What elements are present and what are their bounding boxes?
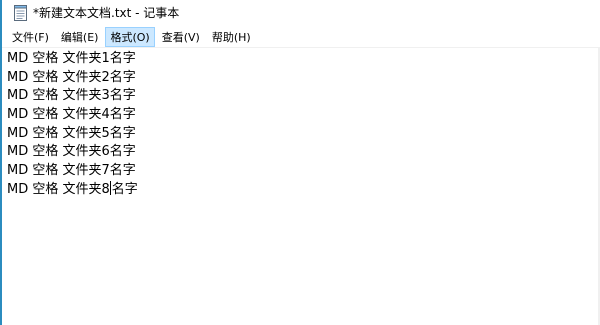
- text-line: MD 空格 文件夹5名字: [7, 125, 136, 141]
- menu-file[interactable]: 文件(F): [7, 27, 54, 47]
- text-editor[interactable]: MD 空格 文件夹1名字 MD 空格 文件夹2名字 MD 空格 文件夹3名字 M…: [2, 47, 598, 325]
- text-before-caret: MD 空格 文件夹8: [7, 181, 110, 197]
- notepad-icon: [14, 5, 27, 21]
- menu-bar: 文件(F) 编辑(E) 格式(O) 查看(V) 帮助(H): [2, 27, 600, 47]
- text-line: MD 空格 文件夹6名字: [7, 144, 136, 160]
- text-line-current: MD 空格 文件夹8 名字: [2, 180, 598, 200]
- title-bar[interactable]: *新建文本文档.txt - 记事本: [2, 0, 600, 26]
- text-after-caret: 名字: [111, 181, 138, 197]
- menu-format[interactable]: 格式(O): [105, 27, 155, 47]
- text-line: MD 空格 文件夹1名字: [7, 51, 136, 66]
- menu-help[interactable]: 帮助(H): [207, 27, 256, 47]
- window-title: *新建文本文档.txt - 记事本: [33, 6, 180, 20]
- text-line: MD 空格 文件夹3名字: [7, 88, 136, 104]
- text-line: MD 空格 文件夹2名字: [7, 69, 136, 85]
- text-line: MD 空格 文件夹7名字: [7, 163, 136, 179]
- menu-view[interactable]: 查看(V): [157, 27, 205, 47]
- text-line: MD 空格 文件夹4名字: [7, 107, 136, 123]
- notepad-window: *新建文本文档.txt - 记事本 文件(F) 编辑(E) 格式(O) 查看(V…: [0, 0, 600, 325]
- menu-edit[interactable]: 编辑(E): [56, 27, 104, 47]
